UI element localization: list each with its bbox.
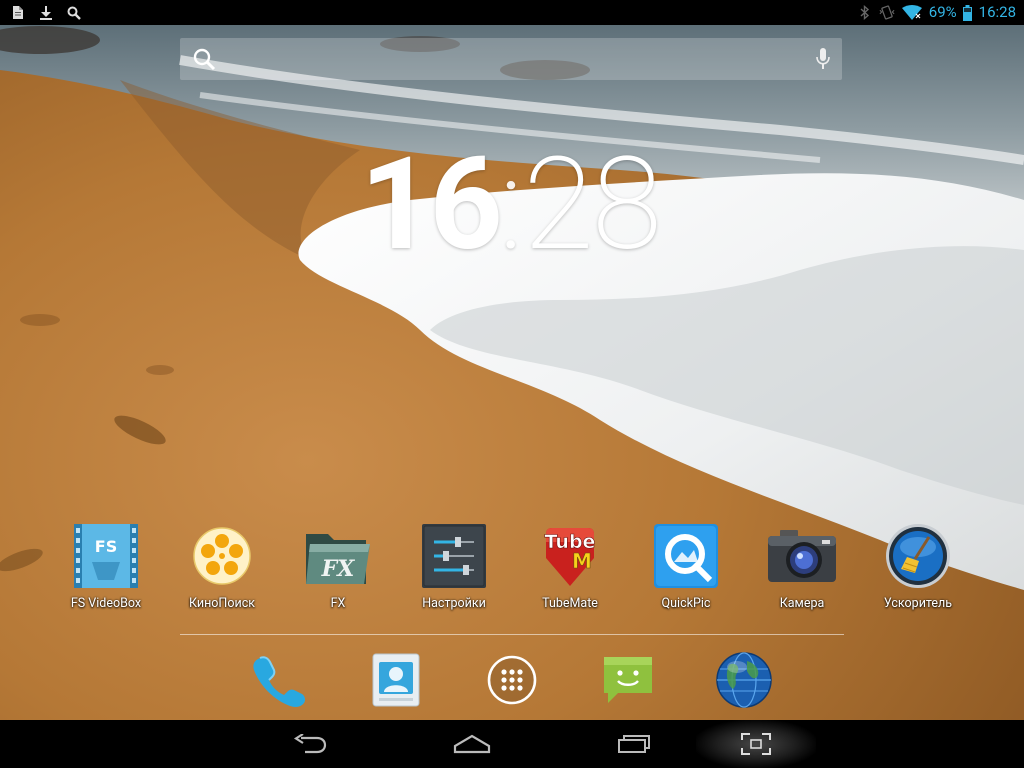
battery-icon — [963, 4, 973, 21]
nav-screenshot-button[interactable] — [716, 720, 796, 768]
booster-icon — [882, 520, 954, 592]
dock-browser[interactable] — [712, 648, 776, 712]
back-icon — [293, 734, 327, 754]
clock-minutes: 28 — [523, 130, 662, 280]
battery-percent: 69% — [928, 3, 957, 21]
home-app-row: FS FS VideoBox КиноПоиск FX FX Настройки… — [0, 520, 1024, 615]
app-settings[interactable]: Настройки — [394, 520, 514, 615]
document-icon — [10, 5, 26, 21]
app-fs-videobox[interactable]: FS FS VideoBox — [46, 520, 166, 615]
dock-contacts[interactable] — [364, 648, 428, 712]
app-fx[interactable]: FX FX — [278, 520, 398, 615]
microphone-icon[interactable] — [816, 48, 830, 70]
messaging-icon — [600, 653, 656, 707]
fs-icon-text: FS — [95, 537, 117, 556]
app-label: Ускоритель — [883, 596, 953, 611]
camera-icon — [766, 520, 838, 592]
dock-phone[interactable] — [246, 648, 310, 712]
quickpic-icon — [650, 520, 722, 592]
contacts-icon — [369, 652, 423, 708]
clock-hours: 16 — [360, 130, 503, 280]
vibrate-icon — [879, 5, 895, 21]
app-tubemate[interactable]: Tube M TubeMate — [510, 520, 630, 615]
dock — [0, 644, 1024, 714]
app-label: QuickPic — [661, 596, 711, 611]
app-camera[interactable]: Камера — [742, 520, 862, 615]
wifi-icon — [901, 5, 923, 21]
app-label: КиноПоиск — [188, 596, 255, 611]
dock-divider — [180, 634, 844, 635]
fs-videobox-icon: FS — [70, 520, 142, 592]
fx-file-explorer-icon: FX — [302, 520, 374, 592]
app-kinopoisk[interactable]: КиноПоиск — [162, 520, 282, 615]
all-apps-icon — [486, 654, 538, 706]
google-search-bar[interactable] — [180, 38, 842, 80]
app-label: FX — [330, 596, 346, 611]
app-label: Камера — [779, 596, 825, 611]
recents-icon — [617, 734, 651, 754]
clock-separator: : — [498, 130, 524, 280]
system-status: 69% 16:28 — [857, 0, 1016, 25]
settings-icon — [418, 520, 490, 592]
nav-back-button[interactable] — [270, 720, 350, 768]
app-booster[interactable]: Ускоритель — [858, 520, 978, 615]
app-quickpic[interactable]: QuickPic — [626, 520, 746, 615]
nav-home-button[interactable] — [432, 720, 512, 768]
browser-globe-icon — [715, 651, 773, 709]
tubemate-icon: Tube M — [534, 520, 606, 592]
tubemate-text-bottom: M — [572, 549, 592, 573]
screenshot-icon — [740, 732, 772, 756]
app-label: TubeMate — [542, 596, 598, 611]
kinopoisk-icon — [186, 520, 258, 592]
fx-icon-text: FX — [321, 556, 356, 582]
phone-icon — [250, 652, 306, 708]
dock-messaging[interactable] — [596, 648, 660, 712]
app-label: Настройки — [422, 596, 486, 611]
download-icon — [38, 5, 54, 21]
search-icon[interactable] — [192, 47, 216, 71]
home-icon — [453, 734, 491, 754]
nav-recents-button[interactable] — [594, 720, 674, 768]
clock-widget[interactable]: 16 : 28 — [360, 130, 662, 280]
search-icon — [66, 5, 82, 21]
status-clock: 16:28 — [978, 3, 1016, 21]
status-bar[interactable]: 69% 16:28 — [0, 0, 1024, 25]
bluetooth-icon — [857, 5, 873, 21]
dock-all-apps[interactable] — [480, 648, 544, 712]
app-label: FS VideoBox — [70, 596, 142, 611]
navigation-bar — [0, 720, 1024, 768]
notification-icons — [10, 5, 82, 21]
